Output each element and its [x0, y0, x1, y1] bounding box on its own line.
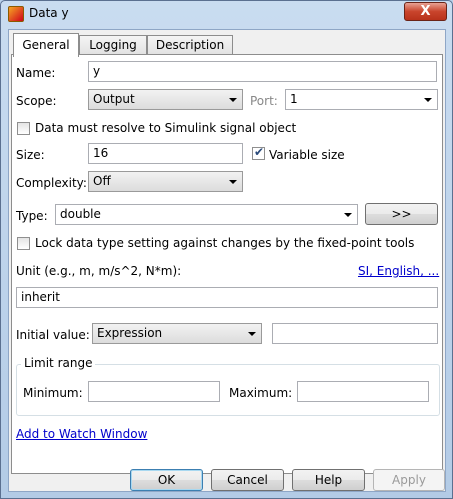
initial-value-mode-dropdown[interactable]: Expression	[92, 323, 262, 344]
chevron-down-icon	[248, 332, 256, 336]
limit-range-label: Limit range	[21, 356, 96, 370]
cancel-button[interactable]: Cancel	[211, 469, 284, 491]
initial-value-field[interactable]	[272, 323, 438, 344]
unit-field[interactable]: inherit	[16, 287, 438, 308]
chevron-down-icon	[344, 213, 352, 217]
complexity-label: Complexity:	[16, 176, 87, 190]
dialog-window: Data y X General Logging Description Nam…	[0, 0, 453, 499]
name-label: Name:	[16, 66, 56, 80]
resolve-label: Data must resolve to Simulink signal obj…	[35, 121, 297, 135]
port-label: Port:	[250, 94, 278, 108]
type-label: Type:	[16, 209, 48, 223]
tab-logging[interactable]: Logging	[79, 35, 147, 56]
type-dropdown[interactable]: double	[55, 204, 358, 225]
complexity-dropdown[interactable]: Off	[88, 171, 243, 192]
minimum-label: Minimum:	[23, 386, 83, 400]
name-field[interactable]: y	[88, 61, 437, 82]
maximum-label: Maximum:	[229, 386, 293, 400]
size-label: Size:	[16, 148, 45, 162]
tab-description[interactable]: Description	[147, 35, 233, 56]
scope-value: Output	[93, 92, 135, 106]
add-to-watch-window-link[interactable]: Add to Watch Window	[16, 427, 147, 441]
initial-value-label: Initial value:	[16, 328, 90, 342]
complexity-value: Off	[93, 174, 111, 188]
lock-checkbox[interactable]	[17, 237, 30, 250]
app-icon	[8, 6, 24, 22]
type-value: double	[60, 207, 101, 221]
variable-size-label: Variable size	[269, 148, 345, 162]
dialog-body: General Logging Description Name: y Scop…	[8, 29, 446, 492]
tab-general[interactable]: General	[13, 33, 79, 57]
port-value: 1	[290, 92, 298, 106]
apply-button[interactable]: Apply	[373, 469, 445, 491]
unit-system-link[interactable]: SI, English, ...	[358, 264, 439, 278]
window-title: Data y	[29, 6, 69, 20]
general-panel: Name: y Scope: Output Port: 1 Data must …	[11, 54, 443, 474]
chevron-down-icon	[424, 98, 432, 102]
maximum-field[interactable]	[297, 381, 429, 402]
size-field[interactable]: 16	[88, 143, 243, 164]
help-button[interactable]: Help	[292, 469, 365, 491]
resolve-checkbox[interactable]	[17, 122, 30, 135]
scope-dropdown[interactable]: Output	[88, 89, 243, 110]
minimum-field[interactable]	[88, 381, 220, 402]
lock-label: Lock data type setting against changes b…	[35, 236, 415, 250]
chevron-down-icon	[229, 180, 237, 184]
scope-label: Scope:	[16, 94, 57, 108]
port-dropdown[interactable]: 1	[285, 89, 438, 110]
ok-button[interactable]: OK	[130, 469, 203, 491]
initial-value-mode: Expression	[97, 326, 163, 340]
data-type-assistant-button[interactable]: >>	[365, 203, 438, 225]
chevron-down-icon	[229, 98, 237, 102]
unit-label: Unit (e.g., m, m/s^2, N*m):	[16, 264, 182, 278]
close-button[interactable]: X	[404, 2, 447, 21]
variable-size-checkbox[interactable]	[252, 145, 265, 160]
title-bar[interactable]: Data y X	[1, 1, 452, 27]
